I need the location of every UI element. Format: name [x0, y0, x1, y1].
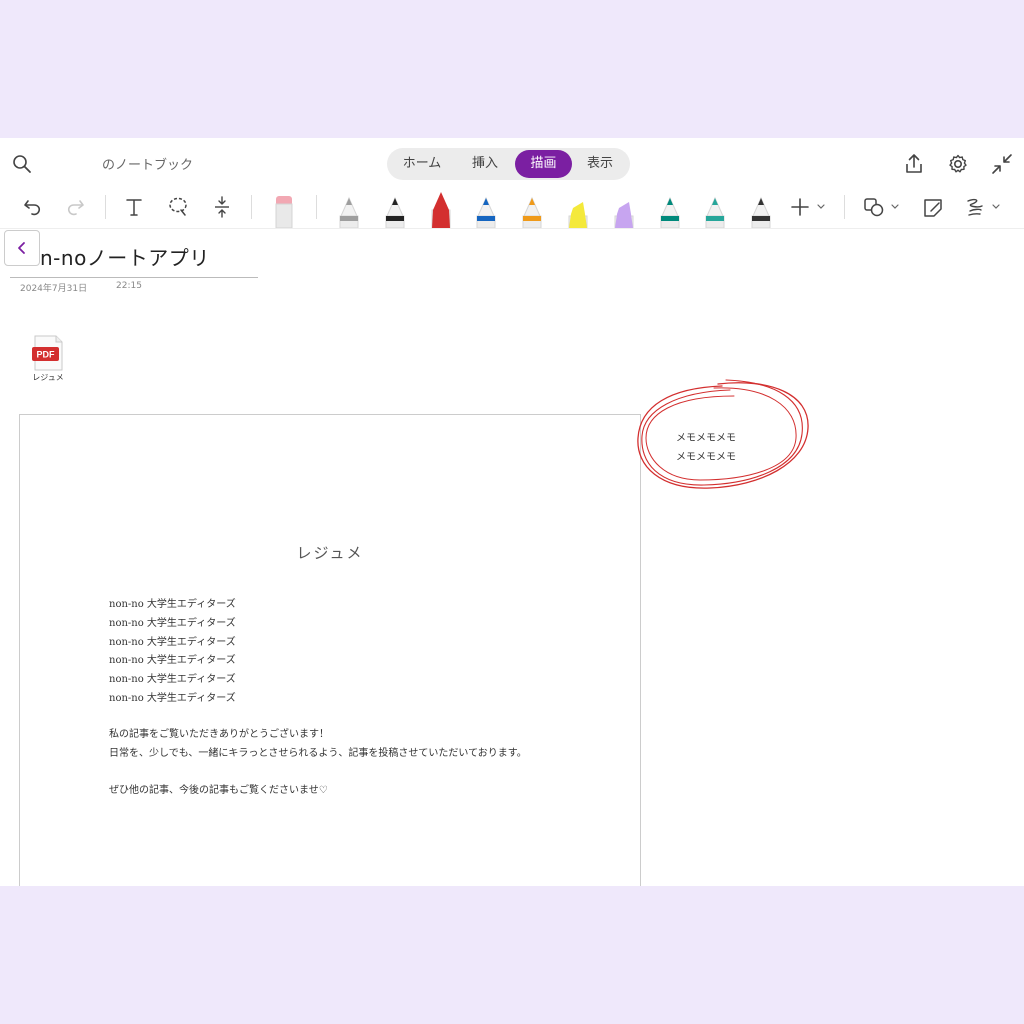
- dark-pen-icon[interactable]: [746, 190, 776, 229]
- document-line: non-no 大学生エディターズ: [109, 692, 236, 704]
- blue-pen-icon[interactable]: [471, 190, 501, 229]
- pdf-printout: レジュメ non-no 大学生エディターズ non-no 大学生エディターズ n…: [19, 414, 641, 886]
- pdf-attachment[interactable]: PDF レジュメ: [26, 335, 70, 387]
- document-paragraph: ぜひ他の記事、今後の記事もご覧くださいませ♡: [109, 784, 328, 796]
- undo-icon[interactable]: [20, 194, 46, 220]
- ribbon-tabs: ホーム 挿入 描画 表示: [387, 148, 630, 180]
- shapes-icon[interactable]: [860, 194, 904, 220]
- document-lines: non-no 大学生エディターズ non-no 大学生エディターズ non-no…: [109, 596, 236, 709]
- document-line: non-no 大学生エディターズ: [109, 599, 236, 610]
- collapse-icon[interactable]: [990, 152, 1014, 176]
- share-icon[interactable]: [902, 152, 926, 176]
- lasso-icon[interactable]: [165, 194, 191, 220]
- eraser-icon[interactable]: [270, 190, 298, 228]
- notebook-app: のノートブック ホーム 挿入 描画 表示 n-noノートアプリ 2024年7月3…: [0, 138, 1024, 886]
- ink-circle-drawing[interactable]: [630, 376, 820, 506]
- tab-insert[interactable]: 挿入: [457, 150, 513, 178]
- document-heading: レジュメ: [296, 544, 364, 562]
- toolbar-divider: [844, 195, 845, 219]
- document-paragraph: 私の記事をご覧いただきありがとうございます！: [109, 729, 329, 740]
- document-paragraph: 日常を、少しでも、一緒にキラっとさせられるよう、記事を投稿させていただいておりま…: [109, 747, 527, 759]
- tab-draw[interactable]: 描画: [515, 150, 572, 178]
- back-button[interactable]: [4, 230, 40, 266]
- text-icon[interactable]: [121, 194, 147, 220]
- toolbar-divider: [105, 195, 106, 219]
- attachment-name: レジュメ: [32, 373, 64, 382]
- search-icon[interactable]: [10, 152, 34, 176]
- page-title[interactable]: n-noノートアプリ: [40, 242, 210, 271]
- pdf-badge-label: PDF: [37, 350, 56, 360]
- pdf-file-icon: PDF: [32, 335, 63, 371]
- tab-view[interactable]: 表示: [573, 150, 627, 178]
- tab-home[interactable]: ホーム: [391, 150, 453, 178]
- toolbar-divider: [251, 195, 252, 219]
- yellow-highlighter-icon[interactable]: [563, 190, 593, 229]
- redo-icon[interactable]: [62, 194, 88, 220]
- chevron-left-icon: [18, 242, 25, 254]
- orange-pen-icon[interactable]: [517, 190, 547, 229]
- title-underline: [10, 277, 258, 278]
- red-pen-icon[interactable]: [426, 190, 456, 229]
- toolbar-divider: [316, 195, 317, 219]
- page-time: 22:15: [116, 281, 142, 291]
- document-line: non-no 大学生エディターズ: [109, 636, 236, 648]
- document-body: 私の記事をご覧いただきありがとうございます！ 日常を、少しでも、一緒にキラっとさ…: [109, 726, 527, 800]
- settings-icon[interactable]: [946, 152, 970, 176]
- add-pen-icon[interactable]: [786, 194, 830, 220]
- document-line: non-no 大学生エディターズ: [109, 617, 236, 629]
- black-pen-icon[interactable]: [380, 190, 410, 229]
- page-date: 2024年7月31日: [20, 284, 88, 294]
- pencil-icon[interactable]: [334, 190, 364, 229]
- document-line: non-no 大学生エディターズ: [109, 674, 236, 686]
- draw-toolbar: [0, 190, 1024, 229]
- document-paragraph: [109, 763, 527, 782]
- notebook-title[interactable]: のノートブック: [102, 154, 193, 173]
- document-line: non-no 大学生エディターズ: [109, 655, 236, 667]
- aqua-pen-icon[interactable]: [700, 190, 730, 229]
- sticky-note-icon[interactable]: [918, 194, 948, 220]
- lavender-highlighter-icon[interactable]: [609, 190, 639, 229]
- insert-space-icon[interactable]: [209, 194, 235, 220]
- top-bar: のノートブック ホーム 挿入 描画 表示: [0, 138, 1024, 190]
- teal-pen-icon[interactable]: [655, 190, 685, 229]
- ink-convert-icon[interactable]: [962, 194, 1006, 220]
